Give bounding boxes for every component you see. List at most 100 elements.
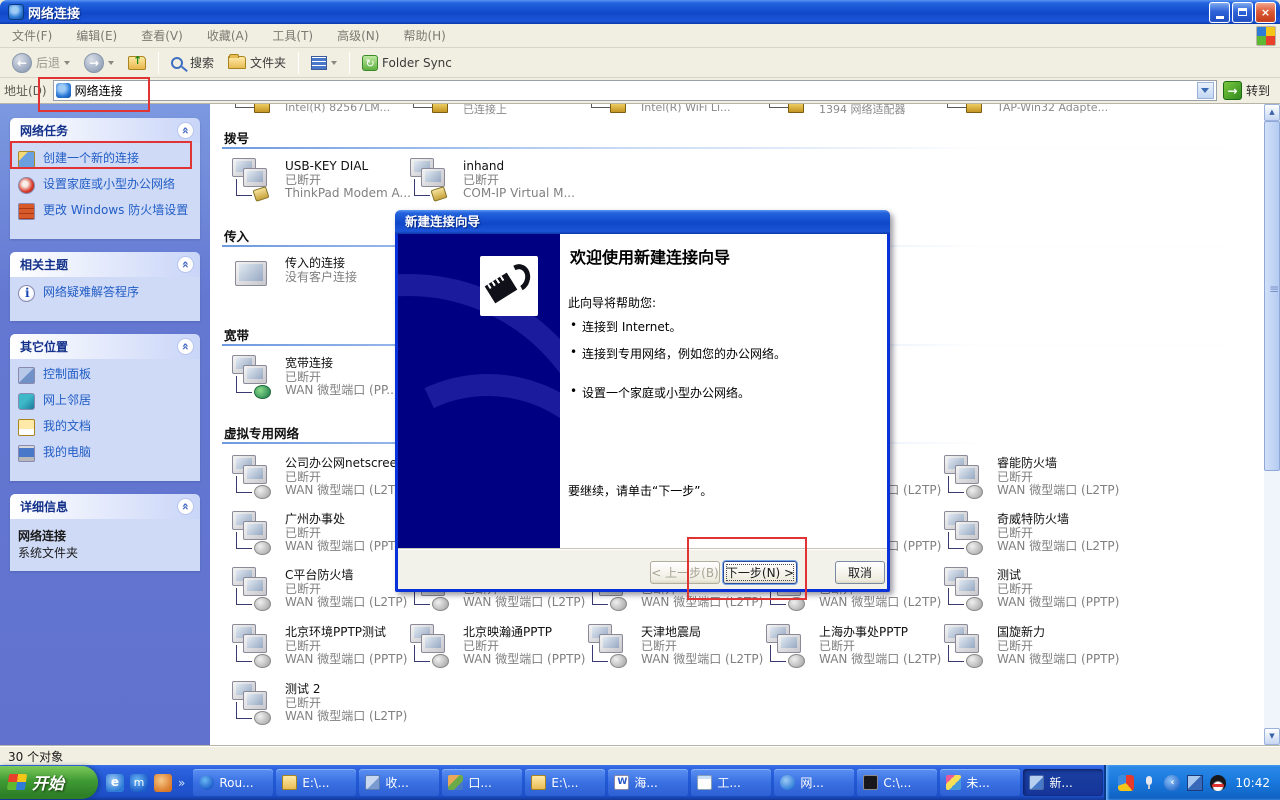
- menu-item[interactable]: 高级(N): [325, 24, 391, 47]
- forward-button[interactable]: →: [78, 50, 120, 76]
- sidebar-item[interactable]: 我的文档: [18, 419, 194, 436]
- sidebar-panel-header[interactable]: 相关主题»: [10, 252, 200, 277]
- collapse-chevron-icon[interactable]: »: [177, 498, 194, 515]
- connection-item[interactable]: 广州办事处已断开WAN 微型端口 (PPTP): [230, 511, 406, 563]
- search-button[interactable]: 搜索: [165, 50, 220, 76]
- menu-item[interactable]: 查看(V): [129, 24, 195, 47]
- sidebar-item-label: 更改 Windows 防火墙设置: [43, 203, 188, 217]
- dialog-titlebar[interactable]: 新建连接向导: [395, 210, 890, 234]
- menu-item[interactable]: 工具(T): [260, 24, 325, 47]
- annotation-rectangle: [10, 141, 192, 169]
- lan-connector-icon: [254, 104, 270, 113]
- back-button[interactable]: ← 后退: [6, 50, 76, 76]
- wizard-bullet-list: 连接到 Internet。连接到专用网络，例如您的办公网络。设置一个家庭或小型办…: [582, 318, 786, 411]
- maxthon-icon[interactable]: m: [130, 774, 148, 792]
- lan-connection-item[interactable]: Intel(R) 82567LM...: [230, 104, 406, 117]
- lan-connection-item[interactable]: Intel(R) WiFi Li...: [586, 104, 762, 117]
- restore-button[interactable]: [1232, 2, 1253, 23]
- collapse-tray-icon[interactable]: ‹: [1164, 775, 1180, 791]
- menu-item[interactable]: 文件(F): [0, 24, 64, 47]
- connection-item[interactable]: 北京映瀚通PPTP已断开WAN 微型端口 (PPTP): [408, 624, 584, 676]
- address-dropdown-button[interactable]: [1197, 82, 1214, 99]
- connection-item[interactable]: 奇威特防火墙已断开WAN 微型端口 (L2TP): [942, 511, 1118, 563]
- menu-item[interactable]: 收藏(A): [195, 24, 261, 47]
- task-button[interactable]: C:\...: [857, 769, 937, 796]
- task-button[interactable]: Rou...: [193, 769, 273, 796]
- sidebar-panel-header[interactable]: 详细信息»: [10, 494, 200, 519]
- vpn-sub-icon: [966, 541, 983, 555]
- connection-item[interactable]: 公司办公网netscreen已断开WAN 微型端口 (L2TP): [230, 455, 406, 507]
- scroll-up-button[interactable]: ▲: [1264, 104, 1280, 121]
- task-button[interactable]: E:\...: [276, 769, 356, 796]
- task-button[interactable]: 新...: [1023, 769, 1103, 796]
- folders-button[interactable]: 文件夹: [222, 50, 292, 76]
- sidebar-panel-body: 控制面板网上邻居我的文档我的电脑: [10, 359, 200, 481]
- connection-item[interactable]: 天津地震局已断开WAN 微型端口 (L2TP): [586, 624, 762, 676]
- connection-item[interactable]: 测试已断开WAN 微型端口 (PPTP): [942, 567, 1118, 619]
- connection-status: 已断开: [285, 527, 407, 541]
- scroll-down-button[interactable]: ▼: [1264, 728, 1280, 745]
- lan-connection-item[interactable]: 已连接上: [408, 104, 584, 117]
- task-button[interactable]: 未...: [940, 769, 1020, 796]
- close-button[interactable]: ×: [1255, 2, 1276, 23]
- connection-item[interactable]: 传入的连接没有客户连接: [230, 255, 406, 307]
- connection-item[interactable]: 测试 2已断开WAN 微型端口 (L2TP): [230, 681, 406, 733]
- go-button[interactable]: → 转到: [1223, 81, 1276, 100]
- connection-item[interactable]: 宽带连接已断开WAN 微型端口 (PP...: [230, 355, 406, 407]
- scrollbar-thumb[interactable]: [1264, 121, 1280, 471]
- connection-item[interactable]: 上海办事处PPTP已断开WAN 微型端口 (L2TP): [764, 624, 940, 676]
- wizard-bullet: 连接到 Internet。: [582, 318, 786, 335]
- sogou-input-icon[interactable]: [1118, 775, 1134, 791]
- task-button[interactable]: E:\...: [525, 769, 605, 796]
- collapse-chevron-icon[interactable]: »: [177, 256, 194, 273]
- minimize-button[interactable]: [1209, 2, 1230, 23]
- collapse-chevron-icon[interactable]: »: [177, 338, 194, 355]
- microphone-icon[interactable]: [1141, 775, 1157, 791]
- connection-item[interactable]: 国旋新力已断开WAN 微型端口 (PPTP): [942, 624, 1118, 676]
- connection-name: 上海办事处PPTP: [819, 626, 941, 640]
- sidebar-item[interactable]: 设置家庭或小型办公网络: [18, 177, 194, 194]
- connection-device: WAN 微型端口 (L2TP): [819, 596, 941, 610]
- window-titlebar[interactable]: 网络连接 ×: [0, 0, 1280, 24]
- task-button[interactable]: 工...: [691, 769, 771, 796]
- task-button[interactable]: 口...: [442, 769, 522, 796]
- views-button[interactable]: [305, 50, 343, 76]
- collapse-chevron-icon[interactable]: »: [177, 122, 194, 139]
- menu-item[interactable]: 帮助(H): [391, 24, 457, 47]
- internet-explorer-icon[interactable]: e: [106, 774, 124, 792]
- task-button[interactable]: 海...: [608, 769, 688, 796]
- cable-line: [236, 476, 252, 493]
- connection-item[interactable]: 北京环境PPTP测试已断开WAN 微型端口 (PPTP): [230, 624, 406, 676]
- connection-text: 天津地震局已断开WAN 微型端口 (L2TP): [641, 626, 763, 667]
- sidebar-item[interactable]: 更改 Windows 防火墙设置: [18, 203, 194, 220]
- sidebar-item[interactable]: 网络疑难解答程序: [18, 285, 194, 302]
- connection-item[interactable]: C平台防火墙已断开WAN 微型端口 (L2TP): [230, 567, 406, 619]
- vpn-sub-icon: [610, 654, 627, 668]
- sidebar-item-label: 网上邻居: [43, 393, 91, 407]
- menu-item[interactable]: 编辑(E): [64, 24, 129, 47]
- up-button[interactable]: [122, 50, 152, 76]
- annotation-rectangle: [687, 537, 807, 600]
- start-button[interactable]: 开始: [0, 766, 98, 799]
- qq-icon[interactable]: [1210, 775, 1226, 791]
- sidebar-panel-header[interactable]: 网络任务»: [10, 118, 200, 143]
- lan-connection-item[interactable]: 1394 网络适配器: [764, 104, 940, 117]
- folder-sync-button[interactable]: ↻ Folder Sync: [356, 50, 458, 76]
- vertical-scrollbar[interactable]: ▲ ▼: [1264, 104, 1280, 745]
- task-button[interactable]: 网...: [774, 769, 854, 796]
- sidebar-panel-header[interactable]: 其它位置»: [10, 334, 200, 359]
- lan-connection-item[interactable]: TAP-Win32 Adapte...: [942, 104, 1118, 117]
- network-tray-icon[interactable]: [1187, 775, 1203, 791]
- connection-item[interactable]: inhand已断开COM-IP Virtual M...: [408, 158, 584, 210]
- address-input[interactable]: 网络连接: [53, 80, 1217, 101]
- connection-item[interactable]: 睿能防火墙已断开WAN 微型端口 (L2TP): [942, 455, 1118, 507]
- quick-launch-chevron-icon[interactable]: »: [178, 776, 185, 790]
- connection-icon: [230, 681, 278, 729]
- task-button[interactable]: 收...: [359, 769, 439, 796]
- messenger-icon[interactable]: [154, 774, 172, 792]
- cancel-button[interactable]: 取消: [835, 561, 885, 584]
- sidebar-item[interactable]: 我的电脑: [18, 445, 194, 462]
- connection-item[interactable]: USB-KEY DIAL已断开ThinkPad Modem A...: [230, 158, 406, 210]
- sidebar-item[interactable]: 控制面板: [18, 367, 194, 384]
- sidebar-item[interactable]: 网上邻居: [18, 393, 194, 410]
